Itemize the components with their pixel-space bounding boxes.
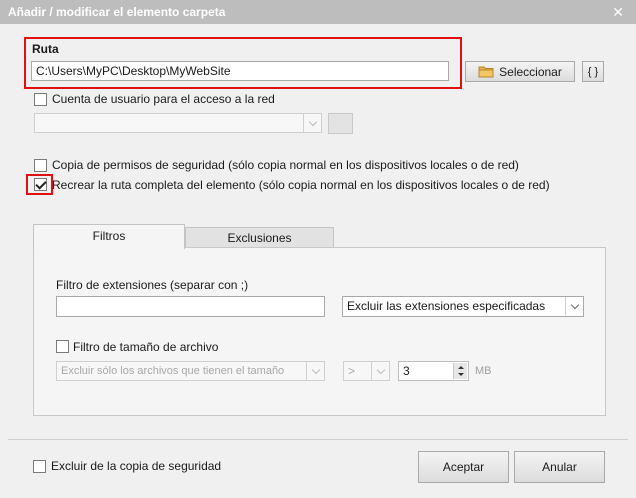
tab-filters[interactable]: Filtros	[33, 224, 185, 249]
size-unit-label: MB	[475, 365, 492, 377]
recreate-path-checkbox[interactable]	[34, 178, 47, 191]
extensions-mode-select[interactable]: Excluir las extensiones especificadas	[342, 296, 584, 317]
copy-permissions-checkbox[interactable]	[34, 159, 47, 172]
cancel-button[interactable]: Anular	[514, 451, 605, 483]
chevron-down-icon	[303, 114, 321, 132]
select-folder-button[interactable]: Seleccionar	[465, 61, 575, 82]
chevron-down-icon	[306, 362, 324, 380]
path-input[interactable]: C:\Users\MyPC\Desktop\MyWebSite	[31, 61, 449, 81]
exclude-backup-checkbox[interactable]	[33, 460, 46, 473]
extensions-filter-label: Filtro de extensiones (separar con ;)	[56, 278, 249, 292]
network-account-combo[interactable]	[34, 113, 322, 133]
extensions-input[interactable]	[56, 296, 325, 317]
size-value-spinner[interactable]: 3	[398, 361, 469, 381]
size-mode-select[interactable]: Excluir sólo los archivos que tienen el …	[56, 361, 325, 381]
folder-icon	[478, 66, 494, 78]
title-bar: Añadir / modificar el elemento carpeta ✕	[0, 0, 636, 24]
network-account-button[interactable]	[328, 113, 353, 134]
tab-exclusions[interactable]: Exclusiones	[185, 227, 334, 249]
network-account-label: Cuenta de usuario para el acceso a la re…	[52, 92, 275, 106]
recreate-path-label: Recrear la ruta completa del elemento (s…	[52, 178, 550, 192]
network-account-checkbox[interactable]	[34, 93, 47, 106]
window-title: Añadir / modificar el elemento carpeta	[8, 5, 226, 19]
path-label: Ruta	[32, 42, 59, 56]
chevron-down-icon	[565, 297, 583, 315]
spinner-arrows-icon[interactable]	[453, 363, 467, 379]
chevron-down-icon	[371, 362, 389, 380]
size-filter-checkbox[interactable]	[56, 340, 69, 353]
close-icon[interactable]: ✕	[612, 0, 624, 24]
copy-permissions-label: Copia de permisos de seguridad (sólo cop…	[52, 158, 519, 172]
size-operator-select[interactable]: >	[343, 361, 390, 381]
accept-button[interactable]: Aceptar	[418, 451, 509, 483]
size-filter-label: Filtro de tamaño de archivo	[73, 340, 219, 354]
filters-panel	[33, 247, 606, 416]
footer-separator	[8, 439, 628, 440]
select-folder-label: Seleccionar	[499, 64, 562, 79]
exclude-backup-label: Excluir de la copia de seguridad	[51, 459, 222, 473]
variables-button[interactable]: { }	[582, 61, 604, 82]
